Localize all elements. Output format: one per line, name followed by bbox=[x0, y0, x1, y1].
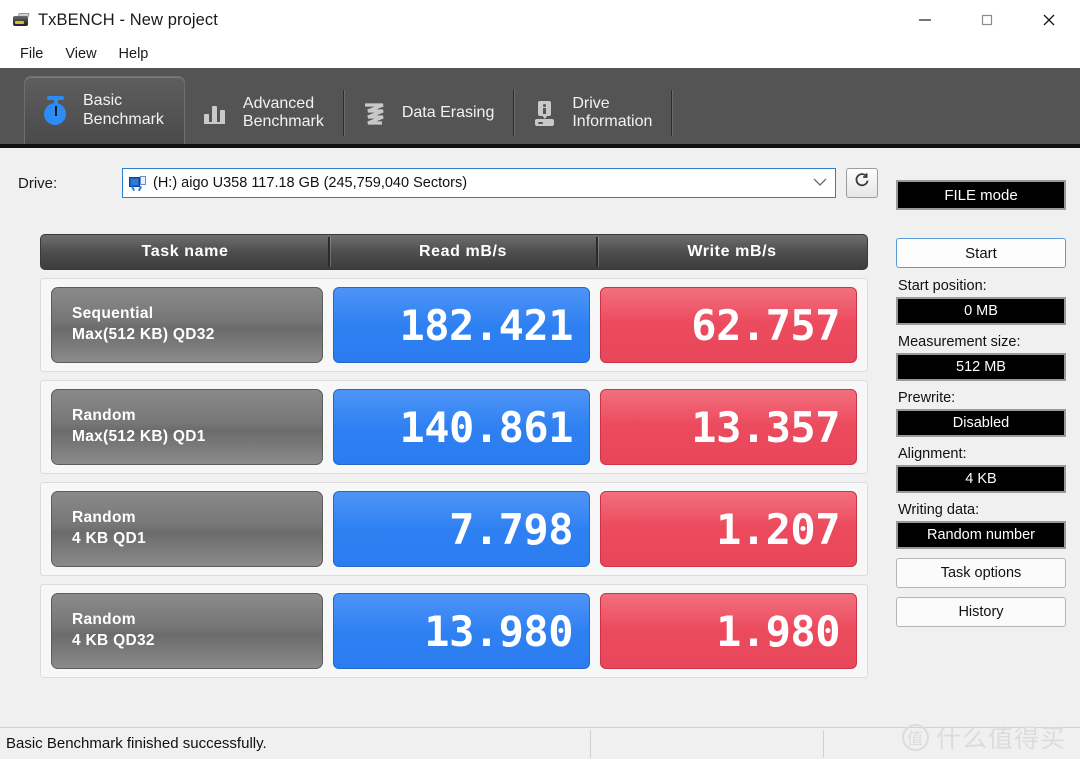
task-name-cell[interactable]: Random Max(512 KB) QD1 bbox=[51, 389, 323, 465]
tab-basic-benchmark[interactable]: Basic Benchmark bbox=[24, 76, 185, 144]
minimize-button[interactable] bbox=[894, 0, 956, 40]
task-name-cell[interactable]: Random 4 KB QD32 bbox=[51, 593, 323, 669]
drive-label: Drive: bbox=[18, 174, 58, 192]
file-mode-display[interactable]: FILE mode bbox=[896, 180, 1066, 210]
menu-view[interactable]: View bbox=[55, 43, 106, 65]
tab-label-line2: Benchmark bbox=[83, 110, 164, 128]
title-bar: TxBENCH - New project bbox=[0, 0, 1080, 40]
window-controls bbox=[894, 0, 1080, 40]
stopwatch-icon bbox=[41, 95, 71, 127]
main-content: Drive: (H:) aigo U358 117.18 GB (245,759… bbox=[0, 166, 1080, 759]
tab-label-line1: Advanced bbox=[242, 94, 315, 112]
table-row: Random Max(512 KB) QD1 140.861 13.357 bbox=[40, 380, 868, 474]
tab-label-line2: Benchmark bbox=[242, 113, 324, 130]
write-value-cell: 62.757 bbox=[600, 287, 857, 363]
table-row: Sequential Max(512 KB) QD32 182.421 62.7… bbox=[40, 278, 868, 372]
write-value-cell: 13.357 bbox=[600, 389, 857, 465]
measurement-size-label: Measurement size: bbox=[898, 334, 1021, 350]
read-value-cell: 182.421 bbox=[333, 287, 590, 363]
task-name-line1: Random bbox=[72, 509, 136, 527]
task-name-line2: Max(512 KB) QD1 bbox=[72, 428, 206, 445]
task-name-line2: Max(512 KB) QD32 bbox=[72, 326, 215, 343]
menu-help[interactable]: Help bbox=[109, 43, 159, 65]
task-name-cell[interactable]: Sequential Max(512 KB) QD32 bbox=[51, 287, 323, 363]
task-name-line1: Random bbox=[72, 611, 136, 629]
start-button[interactable]: Start bbox=[896, 238, 1066, 268]
write-value-cell: 1.980 bbox=[600, 593, 857, 669]
menu-bar: File View Help bbox=[0, 40, 1080, 68]
txbench-window: TxBENCH - New project File View Help Bas… bbox=[0, 0, 1080, 759]
tab-label-line1: Drive bbox=[572, 94, 610, 112]
tab-label-line1: Basic bbox=[83, 92, 123, 110]
tab-bar: Basic Benchmark Advanced Benchmark Data … bbox=[0, 68, 1080, 148]
tab-advanced-benchmark-label: Advanced Benchmark bbox=[243, 95, 324, 132]
tab-data-erasing[interactable]: Data Erasing bbox=[344, 82, 515, 144]
task-name-line2: 4 KB QD32 bbox=[72, 632, 155, 649]
start-position-label: Start position: bbox=[898, 278, 987, 294]
writing-data-label: Writing data: bbox=[898, 502, 980, 518]
column-header-task-name: Task name bbox=[141, 243, 229, 260]
alignment-value[interactable]: 4 KB bbox=[896, 465, 1066, 493]
status-bar: Basic Benchmark finished successfully. bbox=[0, 727, 1080, 759]
shredder-icon bbox=[360, 97, 390, 129]
alignment-label: Alignment: bbox=[898, 446, 967, 462]
table-header-row: Task name Read mB/s Write mB/s bbox=[40, 234, 868, 270]
tab-label-line2: Information bbox=[572, 113, 653, 130]
status-divider bbox=[590, 729, 591, 758]
read-value-cell: 140.861 bbox=[333, 389, 590, 465]
read-value-cell: 13.980 bbox=[333, 593, 590, 669]
tab-label-line1: Data Erasing bbox=[401, 103, 495, 121]
status-message: Basic Benchmark finished successfully. bbox=[6, 735, 267, 752]
task-options-button[interactable]: Task options bbox=[896, 558, 1066, 588]
tab-advanced-benchmark[interactable]: Advanced Benchmark bbox=[185, 82, 344, 144]
prewrite-label: Prewrite: bbox=[898, 390, 956, 406]
control-panel: FILE mode Start Start position: 0 MB Mea… bbox=[888, 166, 1080, 627]
close-button[interactable] bbox=[1018, 0, 1080, 40]
task-name-line1: Sequential bbox=[72, 305, 154, 323]
task-name-line1: Random bbox=[72, 407, 136, 425]
start-position-value[interactable]: 0 MB bbox=[896, 297, 1066, 325]
task-name-line2: 4 KB QD1 bbox=[72, 530, 146, 547]
tab-data-erasing-label: Data Erasing bbox=[402, 104, 495, 122]
refresh-button[interactable] bbox=[846, 168, 878, 198]
tab-drive-information[interactable]: Drive Information bbox=[514, 82, 673, 144]
app-icon bbox=[12, 11, 30, 29]
results-table: Task name Read mB/s Write mB/s Sequentia… bbox=[40, 234, 868, 678]
table-row: Random 4 KB QD1 7.798 1.207 bbox=[40, 482, 868, 576]
column-header-read: Read mB/s bbox=[328, 237, 597, 267]
bar-chart-icon bbox=[201, 97, 231, 129]
history-button[interactable]: History bbox=[896, 597, 1066, 627]
measurement-size-value[interactable]: 512 MB bbox=[896, 353, 1066, 381]
chevron-down-icon bbox=[813, 174, 827, 192]
read-value-cell: 7.798 bbox=[333, 491, 590, 567]
task-name-cell[interactable]: Random 4 KB QD1 bbox=[51, 491, 323, 567]
maximize-button[interactable] bbox=[956, 0, 1018, 40]
removable-drive-icon bbox=[129, 175, 146, 191]
drive-select-value: (H:) aigo U358 117.18 GB (245,759,040 Se… bbox=[153, 175, 468, 191]
table-row: Random 4 KB QD32 13.980 1.980 bbox=[40, 584, 868, 678]
status-divider bbox=[823, 729, 824, 758]
drive-select[interactable]: (H:) aigo U358 117.18 GB (245,759,040 Se… bbox=[122, 168, 836, 198]
writing-data-value[interactable]: Random number bbox=[896, 521, 1066, 549]
menu-file[interactable]: File bbox=[10, 43, 53, 65]
refresh-icon bbox=[853, 171, 872, 195]
column-header-write: Write mB/s bbox=[596, 237, 867, 267]
write-value-cell: 1.207 bbox=[600, 491, 857, 567]
tab-basic-benchmark-label: Basic Benchmark bbox=[83, 92, 164, 129]
drive-info-icon bbox=[530, 97, 560, 129]
prewrite-value[interactable]: Disabled bbox=[896, 409, 1066, 437]
tab-drive-information-label: Drive Information bbox=[572, 95, 652, 132]
window-title: TxBENCH - New project bbox=[38, 10, 218, 29]
